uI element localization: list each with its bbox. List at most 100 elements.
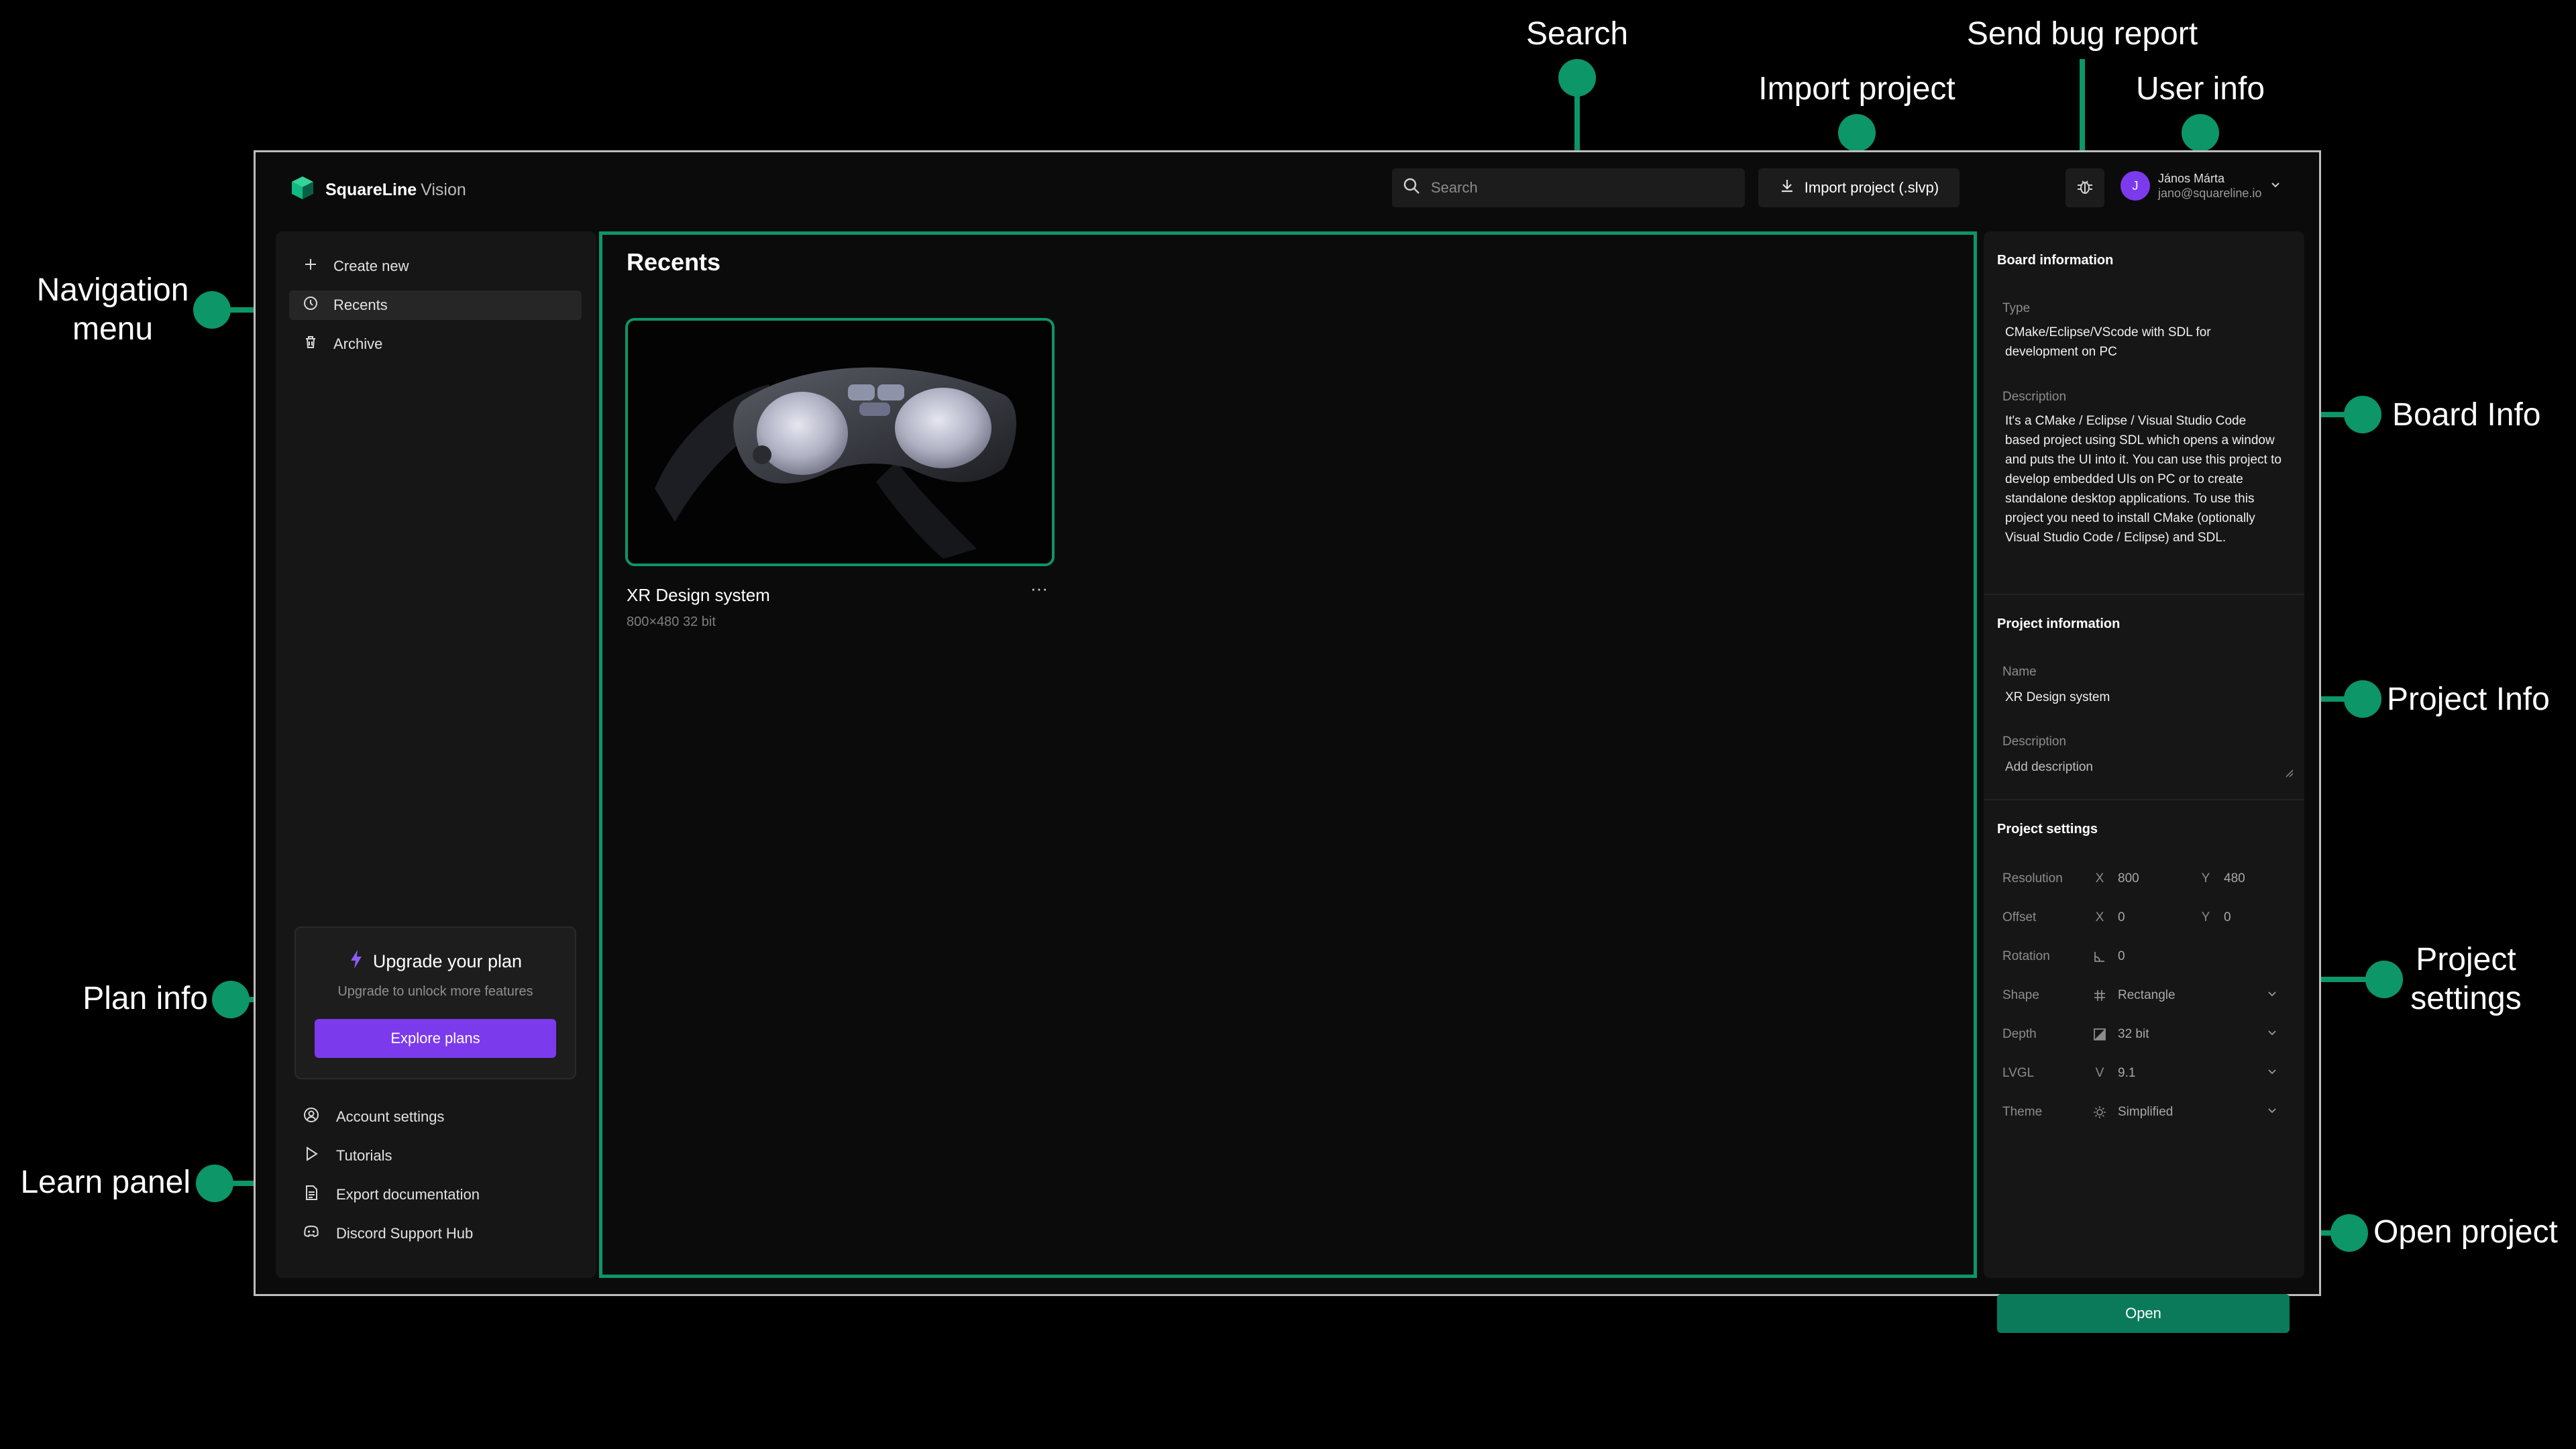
depth-select[interactable]: 32 bit <box>2118 1027 2149 1042</box>
board-type-value: CMake/Eclipse/VScode with SDL for develo… <box>2005 325 2211 359</box>
annotation-navigation-menu: Navigation menu <box>36 272 189 347</box>
shape-select[interactable]: Rectangle <box>2118 988 2176 1003</box>
y-axis-label: Y <box>2201 910 2210 924</box>
open-project-button[interactable]: Open <box>1997 1294 2290 1333</box>
setting-label: Depth <box>2002 1027 2037 1041</box>
setting-offset: Offset X 0 Y 0 <box>2002 905 2288 932</box>
y-axis-label: Y <box>2201 871 2210 885</box>
learn-account-settings[interactable]: Account settings <box>303 1104 444 1130</box>
learn-label: Discord Support Hub <box>336 1225 474 1242</box>
sun-icon <box>2091 1104 2108 1121</box>
page-title: Recents <box>627 248 721 276</box>
theme-select[interactable]: Simplified <box>2118 1105 2173 1120</box>
project-thumbnail[interactable] <box>625 318 1055 566</box>
chevron-down-icon <box>2265 1026 2279 1043</box>
annotation-project-settings: Project settings <box>2410 942 2522 1016</box>
annotation-user-info: User info <box>2135 71 2265 107</box>
nav-label: Recents <box>333 297 388 313</box>
chevron-down-icon <box>2265 1104 2279 1121</box>
annotation-plan-info: Plan info <box>83 981 208 1016</box>
nav-recents[interactable]: Recents <box>289 290 582 320</box>
send-bug-report-button[interactable] <box>2065 168 2104 207</box>
bug-icon <box>2076 177 2094 199</box>
setting-label: Resolution <box>2002 871 2063 885</box>
nav-archive[interactable]: Archive <box>289 329 582 359</box>
offset-y-input[interactable]: 0 <box>2224 910 2231 925</box>
learn-tutorials[interactable]: Tutorials <box>303 1142 392 1169</box>
resolution-y-input[interactable]: 480 <box>2224 871 2245 886</box>
chevron-down-icon <box>2265 987 2279 1004</box>
annotation-dot <box>1838 114 1876 152</box>
annotation-dot <box>2344 396 2381 433</box>
learn-label: Tutorials <box>336 1147 392 1164</box>
app-logo: SquareLine Vision <box>290 175 466 205</box>
plan-title: Upgrade your plan <box>372 951 523 971</box>
project-name[interactable]: XR Design system <box>627 585 770 606</box>
project-name-field[interactable]: XR Design system <box>2005 688 2283 707</box>
lvgl-version-select[interactable]: 9.1 <box>2118 1066 2135 1081</box>
rotation-input[interactable]: 0 <box>2118 949 2125 964</box>
app-window: SquareLine Vision Search Import project (… <box>254 150 2321 1333</box>
xr-glasses-image <box>628 321 1052 564</box>
plan-subtitle: Upgrade to unlock more features <box>337 984 533 999</box>
annotation-project-info: Project Info <box>2387 682 2550 717</box>
import-project-button[interactable]: Import project (.slvp) <box>1758 168 1960 207</box>
board-info-title: Board information <box>1997 253 2114 268</box>
annotation-dot <box>2330 1214 2368 1252</box>
setting-rotation: Rotation 0 <box>2002 944 2288 971</box>
recents-main-area: Recents XR Design system 800×480 32 bit … <box>599 231 1977 1278</box>
plus-icon <box>303 256 319 276</box>
board-description-label: Description <box>2002 390 2067 404</box>
learn-discord-support-hub[interactable]: Discord Support Hub <box>303 1220 473 1247</box>
project-name-label: Name <box>2002 665 2037 679</box>
lightning-icon <box>349 949 364 974</box>
navigation-sidebar: Create new Recents Archive Upgrade your … <box>276 231 596 1278</box>
setting-label: Offset <box>2002 910 2037 924</box>
project-meta: 800×480 32 bit <box>627 614 716 629</box>
learn-label: Export documentation <box>336 1186 480 1203</box>
project-description-label: Description <box>2002 735 2067 749</box>
details-panel: Board information Type CMake/Eclipse/VSc… <box>1984 231 2304 1333</box>
play-icon <box>303 1145 320 1167</box>
search-icon <box>1403 177 1420 199</box>
download-icon <box>1779 178 1795 198</box>
annotation-board-info: Board Info <box>2392 397 2541 433</box>
project-info-title: Project information <box>1997 616 2121 631</box>
divider <box>1984 799 2304 800</box>
nav-label: Create new <box>333 258 409 274</box>
avatar: J <box>2121 171 2150 201</box>
x-axis-label: X <box>2095 871 2104 885</box>
trash-icon <box>303 334 319 354</box>
annotation-dot <box>2365 961 2403 998</box>
offset-x-input[interactable]: 0 <box>2118 910 2125 925</box>
nav-create-new[interactable]: Create new <box>289 252 582 281</box>
x-axis-label: X <box>2095 910 2104 924</box>
annotation-dot <box>2344 680 2381 718</box>
setting-shape[interactable]: Shape Rectangle <box>2002 983 2288 1010</box>
document-icon <box>303 1184 320 1205</box>
resolution-x-input[interactable]: 800 <box>2118 871 2139 886</box>
angle-icon <box>2091 948 2108 965</box>
setting-depth[interactable]: Depth 32 bit <box>2002 1022 2288 1049</box>
clock-icon <box>303 295 319 315</box>
board-type-label: Type <box>2002 301 2031 315</box>
search-input[interactable]: Search <box>1392 168 1745 207</box>
version-prefix: V <box>2095 1066 2104 1080</box>
more-options-icon[interactable]: ··· <box>1030 578 1048 599</box>
annotation-dot <box>2182 114 2219 152</box>
user-name: János Márta <box>2158 172 2225 185</box>
setting-lvgl[interactable]: LVGL V 9.1 <box>2002 1061 2288 1087</box>
cube-logo-icon <box>290 175 315 205</box>
import-project-label: Import project (.slvp) <box>1804 179 1939 196</box>
project-settings-title: Project settings <box>1997 822 2098 837</box>
setting-label: Rotation <box>2002 949 2050 963</box>
explore-plans-button[interactable]: Explore plans <box>315 1019 556 1058</box>
project-description-input[interactable]: Add description <box>2005 757 2283 777</box>
top-bar: SquareLine Vision Search Import project (… <box>256 152 2319 219</box>
color-depth-icon <box>2091 1026 2108 1043</box>
chevron-down-icon <box>2269 178 2282 194</box>
resize-handle-icon[interactable] <box>2284 768 2294 781</box>
learn-export-documentation[interactable]: Export documentation <box>303 1181 480 1208</box>
user-menu[interactable]: J János Márta jano@squareline.io <box>2121 171 2282 201</box>
setting-theme[interactable]: Theme Simplified <box>2002 1099 2288 1126</box>
